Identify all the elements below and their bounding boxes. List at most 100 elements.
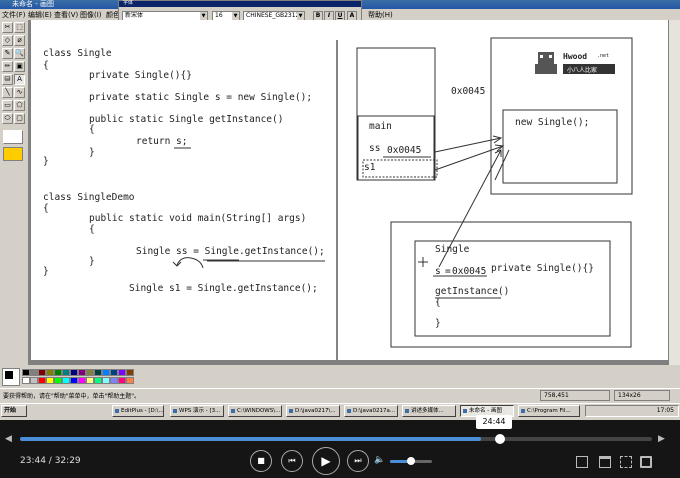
assign-curve bbox=[176, 257, 204, 269]
status-size-box: 134x26 bbox=[614, 390, 670, 401]
palette-swatch[interactable] bbox=[46, 369, 54, 376]
chevron-down-icon: ▼ bbox=[297, 12, 304, 20]
palette-swatch[interactable] bbox=[62, 369, 70, 376]
volume-slider[interactable] bbox=[390, 457, 432, 465]
mini-mode-icon[interactable] bbox=[599, 456, 611, 468]
task-editplus[interactable]: EditPlus - [D:\... bbox=[112, 405, 164, 417]
code-line: class Single bbox=[43, 48, 112, 59]
code-line: { bbox=[89, 224, 95, 235]
stack-s1-label: s1 bbox=[364, 162, 376, 173]
palette-swatch[interactable] bbox=[30, 377, 38, 384]
font-name-value: 新宋体 bbox=[125, 12, 144, 19]
palette-swatch[interactable] bbox=[102, 377, 110, 384]
color-palette bbox=[0, 366, 680, 388]
status-help: 要获得帮助，请在"帮助"菜单中，单击"帮助主题"。 bbox=[3, 393, 141, 400]
progress-handle[interactable] bbox=[495, 434, 506, 444]
play-icon[interactable]: ▶ bbox=[312, 447, 340, 475]
palette-swatch[interactable] bbox=[118, 369, 126, 376]
palette-swatch[interactable] bbox=[78, 369, 86, 376]
vertical-scrollbar[interactable] bbox=[669, 20, 680, 365]
palette-swatch[interactable] bbox=[22, 377, 30, 384]
start-button[interactable]: 开始 bbox=[1, 405, 27, 417]
stack-ss-label: ss bbox=[369, 143, 381, 154]
palette-swatch[interactable] bbox=[70, 377, 78, 384]
palette-swatch[interactable] bbox=[54, 369, 62, 376]
playlist-icon[interactable] bbox=[576, 456, 588, 468]
palette-swatch[interactable] bbox=[78, 377, 86, 384]
volume-icon[interactable]: 🔈 bbox=[374, 455, 385, 465]
task-media[interactable]: 讲述多媒体... bbox=[402, 405, 456, 417]
palette-swatch[interactable] bbox=[46, 377, 54, 384]
task-program-files[interactable]: C:\Program Fil... bbox=[518, 405, 580, 417]
previous-icon[interactable]: ⏮ bbox=[281, 450, 303, 472]
select-icon[interactable]: ⬚ bbox=[14, 22, 25, 33]
palette-swatch[interactable] bbox=[86, 377, 94, 384]
palette-swatch[interactable] bbox=[22, 369, 30, 376]
curve-icon[interactable]: ∿ bbox=[14, 87, 25, 98]
fill-icon[interactable]: ⌀ bbox=[14, 35, 25, 46]
palette-swatch[interactable] bbox=[94, 369, 102, 376]
current-colors[interactable] bbox=[2, 368, 20, 386]
brush-icon[interactable]: ▣ bbox=[14, 61, 25, 72]
volume-handle[interactable] bbox=[407, 457, 415, 465]
task-windows[interactable]: C:\WINDOWS\... bbox=[228, 405, 282, 417]
palette-swatch[interactable] bbox=[38, 377, 46, 384]
rounded-rect-icon[interactable]: ▢ bbox=[14, 113, 25, 124]
task-java1[interactable]: D:\java0217\... bbox=[286, 405, 340, 417]
palette-swatch[interactable] bbox=[126, 377, 134, 384]
heap-addr: 0x0045 bbox=[451, 86, 486, 97]
font-size-value: 16 bbox=[215, 12, 223, 19]
palette-swatch[interactable] bbox=[94, 377, 102, 384]
fullscreen-icon[interactable] bbox=[640, 456, 652, 468]
code-line: } bbox=[89, 147, 95, 158]
code-line: public static void main(String[] args) bbox=[89, 213, 307, 224]
progress-bar[interactable] bbox=[20, 434, 652, 444]
next-frame-icon[interactable]: ▶ bbox=[658, 434, 665, 444]
palette-swatch[interactable] bbox=[110, 377, 118, 384]
next-icon[interactable]: ⏭ bbox=[347, 450, 369, 472]
free-select-icon[interactable]: ✂ bbox=[2, 22, 13, 33]
palette-swatch[interactable] bbox=[102, 369, 110, 376]
grid-view-icon[interactable] bbox=[620, 456, 632, 468]
menu-image[interactable]: 图像(I) bbox=[80, 10, 102, 20]
video-player-controls: ◀ ▶ 24:44 23:44 / 32:29 ■ ⏮ ▶ ⏭ 🔈 bbox=[0, 415, 680, 478]
palette-swatch[interactable] bbox=[118, 377, 126, 384]
pencil-icon[interactable]: ✏ bbox=[2, 61, 13, 72]
magnifier-icon[interactable]: 🔍 bbox=[14, 48, 25, 59]
menu-file[interactable]: 文件(F) bbox=[2, 10, 26, 20]
time-display: 23:44 / 32:29 bbox=[20, 456, 81, 466]
palette-swatch[interactable] bbox=[62, 377, 70, 384]
menu-help[interactable]: 帮助(H) bbox=[368, 10, 393, 20]
tool-options-box[interactable] bbox=[3, 130, 23, 144]
task-wps[interactable]: WPS 演示 - [3... bbox=[170, 405, 224, 417]
paint-window: 未命名 - 画图 文件(F) 编辑(E) 查看(V) 图像(I) 颜色(C) 帮… bbox=[0, 0, 680, 420]
class-ctor: private Single(){} bbox=[491, 263, 594, 274]
taskbar: 开始 EditPlus - [D:\... WPS 演示 - [3... C:\… bbox=[0, 403, 680, 418]
class-field-s: s bbox=[435, 266, 441, 277]
line-icon[interactable]: ╲ bbox=[2, 87, 13, 98]
stop-icon[interactable]: ■ bbox=[250, 450, 272, 472]
palette-swatch[interactable] bbox=[30, 369, 38, 376]
task-java2[interactable]: D:\java0217a... bbox=[344, 405, 398, 417]
color-picker-icon[interactable]: ✎ bbox=[2, 48, 13, 59]
hover-time-tooltip: 24:44 bbox=[476, 415, 512, 429]
palette-swatch[interactable] bbox=[126, 369, 134, 376]
ellipse-icon[interactable]: ⬭ bbox=[2, 113, 13, 124]
prev-frame-icon[interactable]: ◀ bbox=[5, 434, 12, 444]
palette-swatch[interactable] bbox=[110, 369, 118, 376]
palette-swatch[interactable] bbox=[38, 369, 46, 376]
code-line: private Single(){} bbox=[89, 70, 192, 81]
airbrush-icon[interactable]: ⛁ bbox=[2, 74, 13, 85]
menu-edit[interactable]: 编辑(E) bbox=[28, 10, 52, 20]
text-icon[interactable]: A bbox=[14, 74, 25, 85]
menu-view[interactable]: 查看(V) bbox=[54, 10, 78, 20]
drawing-canvas[interactable]: class Single { private Single(){} privat… bbox=[31, 20, 668, 360]
rectangle-icon[interactable]: ▭ bbox=[2, 100, 13, 111]
code-line: private static Single s = new Single(); bbox=[89, 92, 313, 103]
palette-swatch[interactable] bbox=[54, 377, 62, 384]
palette-swatch[interactable] bbox=[70, 369, 78, 376]
eraser-icon[interactable]: ◇ bbox=[2, 35, 13, 46]
palette-swatch[interactable] bbox=[86, 369, 94, 376]
polygon-icon[interactable]: ⬠ bbox=[14, 100, 25, 111]
crosshair-icon bbox=[418, 257, 428, 267]
